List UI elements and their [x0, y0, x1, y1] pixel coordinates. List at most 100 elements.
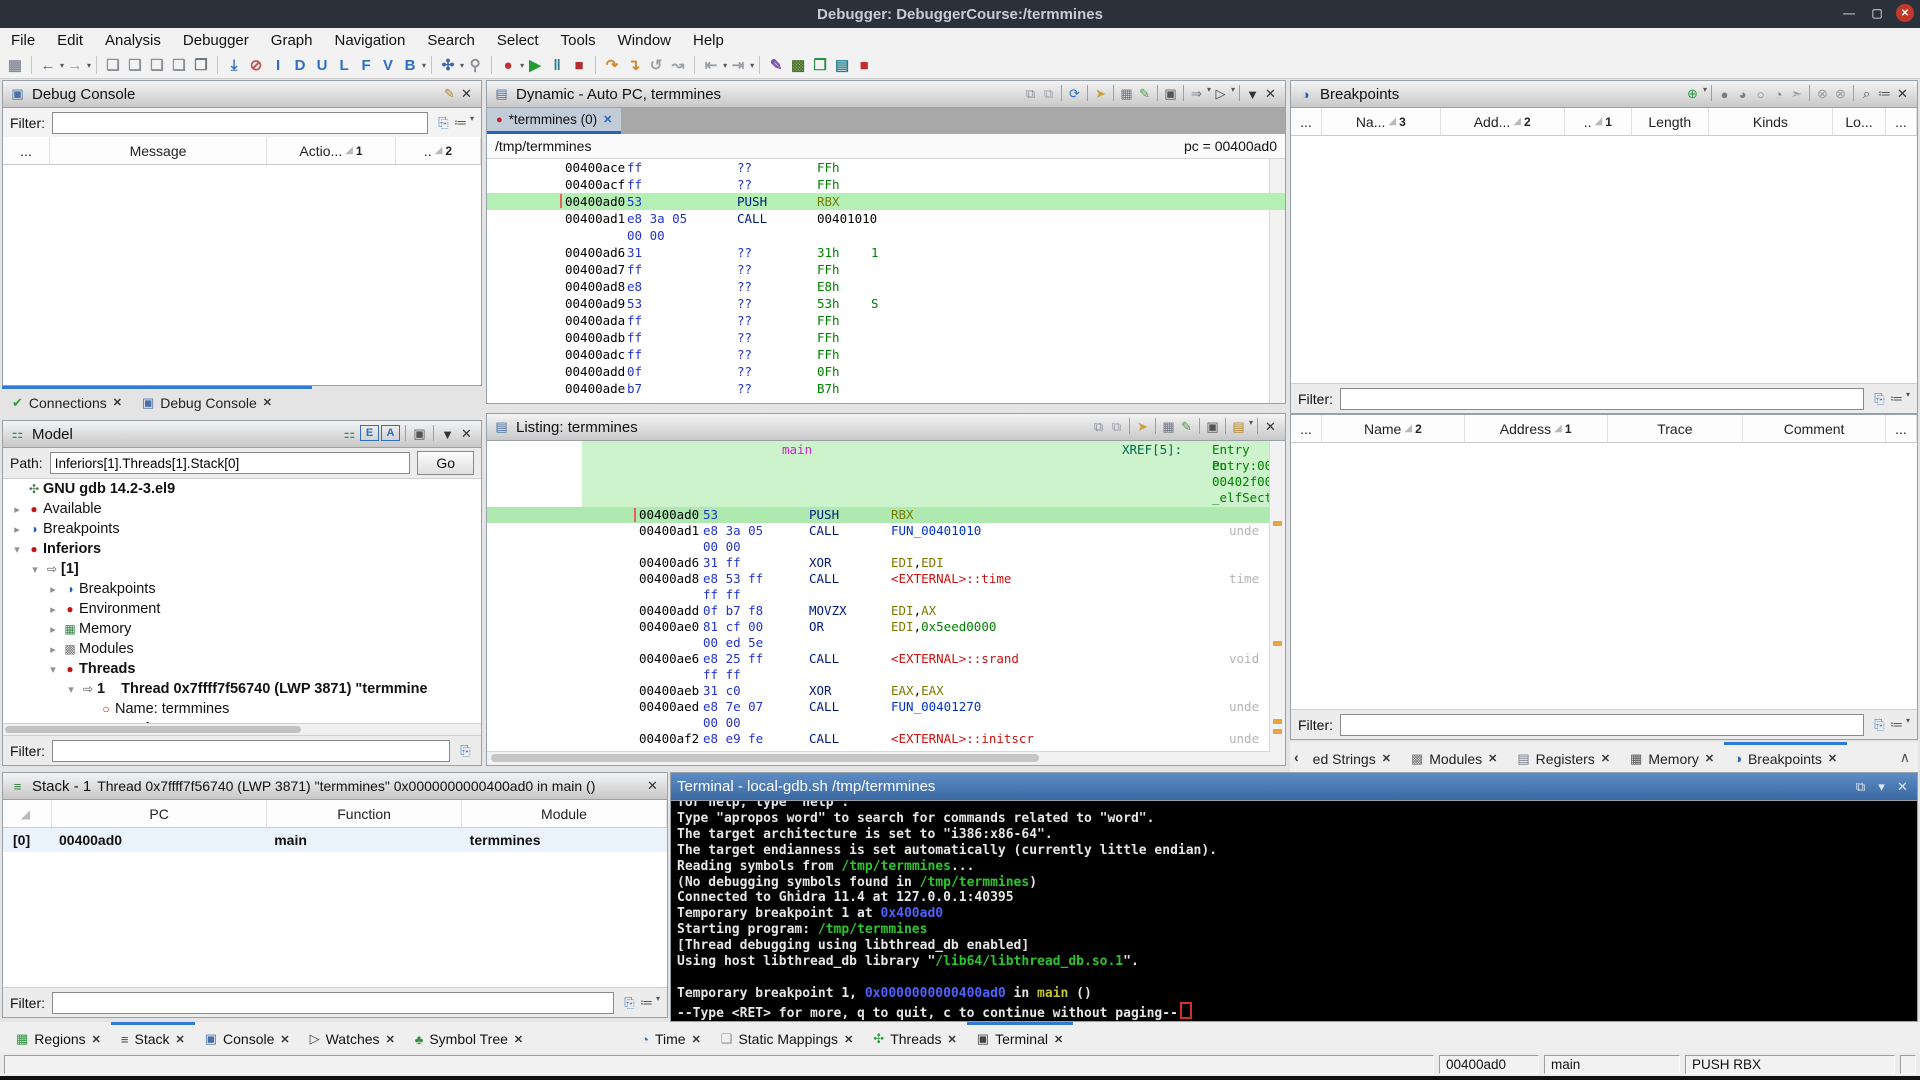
expand-tabs-icon[interactable]: ∧: [1892, 742, 1918, 772]
filter-options-icon[interactable]: ≔: [452, 114, 469, 132]
dropdown-arrow-icon[interactable]: ▾: [470, 114, 474, 132]
disassembly-row-bytes[interactable]: ff ff: [487, 667, 1269, 683]
back-icon[interactable]: ←: [37, 54, 59, 76]
column-header-sort[interactable]: ◢: [3, 800, 52, 827]
disassembly-row[interactable]: 00400adc ff?? FFh: [487, 346, 1285, 363]
enable-breakpoint-icon[interactable]: ●: [1716, 85, 1733, 103]
expander-icon[interactable]: ▸: [45, 643, 61, 656]
listing-hscrollbar[interactable]: [487, 751, 1270, 765]
column-header-comment[interactable]: Comment: [1743, 415, 1886, 442]
tab-breakpoints[interactable]: ◑ Breakpoints ✕: [1724, 742, 1848, 772]
disassembly-row-bytes[interactable]: 00 00: [487, 539, 1269, 555]
column-header-[interactable]: ...: [3, 137, 50, 164]
tree-node[interactable]: ▸ ▩ Modules: [3, 639, 481, 659]
track-cursor-icon[interactable]: ➤: [1134, 418, 1151, 436]
tab-terminal[interactable]: ▣ Terminal ✕: [966, 1022, 1074, 1053]
close-tab-icon[interactable]: ✕: [92, 1033, 101, 1046]
table-icon[interactable]: ▤: [831, 54, 853, 76]
tree-node[interactable]: ▾ ⇨ 1 Thread 0x7ffff7f56740 (LWP 3871) "te…: [3, 679, 481, 699]
nav-last-icon[interactable]: ❏: [168, 54, 190, 76]
track-cursor-icon[interactable]: ➤: [1092, 85, 1109, 103]
clear-filter-icon[interactable]: ⎘: [435, 114, 452, 132]
minimize-icon[interactable]: —: [1840, 4, 1858, 22]
close-tab-icon[interactable]: ✕: [1488, 752, 1497, 765]
step-menu-icon[interactable]: ▷: [1212, 85, 1229, 103]
tree-diagram-icon[interactable]: ⚏: [341, 425, 358, 443]
record-icon[interactable]: ●: [497, 54, 519, 76]
close-tab-icon[interactable]: ✕: [263, 396, 272, 409]
sync-edit-icon[interactable]: ✎: [1178, 418, 1195, 436]
tree-node[interactable]: ▸ ● Available: [3, 499, 481, 519]
close-tab-icon[interactable]: ✕: [603, 113, 612, 126]
disassembly-row[interactable]: 00400aeb 31 c0 XOR EAX, EAX: [487, 683, 1269, 699]
breakpoints-filter-input[interactable]: [1340, 387, 1864, 410]
clear-filter-icon[interactable]: ⎘: [1871, 390, 1888, 408]
close-tab-icon[interactable]: ✕: [514, 1033, 523, 1046]
close-icon[interactable]: ✕: [1894, 778, 1911, 796]
add-breakpoint-icon[interactable]: ⊕: [1684, 85, 1701, 103]
column-header-module[interactable]: Module: [462, 800, 667, 827]
attach-icon[interactable]: ⚲: [464, 54, 486, 76]
tab-modules[interactable]: ▩ Modules ✕: [1401, 742, 1507, 772]
tab-connections[interactable]: ✔ Connections ✕: [2, 386, 132, 416]
expander-icon[interactable]: ▾: [27, 563, 43, 576]
breakpoints-body[interactable]: [1291, 136, 1917, 383]
disassembly-row[interactable]: 00400ae6 e8 25 ff CALL <EXTERNAL>::srand voi…: [487, 651, 1269, 667]
expander-icon[interactable]: ▾: [9, 543, 25, 556]
letter-e-icon[interactable]: E: [360, 425, 379, 441]
skip-forward-icon[interactable]: ⇥: [727, 54, 749, 76]
disassembly-row[interactable]: 00400ad0 53 PUSH RBX: [487, 507, 1269, 523]
column-header-message[interactable]: Message: [50, 137, 267, 164]
column-header-[interactable]: ...: [1291, 108, 1322, 135]
stack-body[interactable]: [3, 852, 667, 987]
debug-console-filter-input[interactable]: [52, 111, 428, 134]
tree-node[interactable]: ▸ ▦ Memory: [3, 619, 481, 639]
model-path-input[interactable]: [49, 452, 411, 474]
column-header-address[interactable]: Address ◢ 1: [1465, 415, 1608, 442]
expander-icon[interactable]: ▸: [45, 583, 61, 596]
clear-console-icon[interactable]: ✎: [441, 85, 458, 103]
tree-node[interactable]: ▸ ● Environment: [3, 599, 481, 619]
close-tab-icon[interactable]: ✕: [948, 1033, 957, 1046]
debug-console-body[interactable]: [3, 165, 481, 385]
stack-filter-input[interactable]: [52, 991, 614, 1014]
close-icon[interactable]: ✕: [458, 425, 475, 443]
tree-node[interactable]: ✣ GNU gdb 14.2-3.el9: [3, 479, 481, 499]
bookmark-marker[interactable]: [1273, 729, 1282, 734]
column-header-lo[interactable]: Lo...: [1833, 108, 1886, 135]
forward-icon[interactable]: →: [64, 54, 86, 76]
book-icon[interactable]: ❒: [809, 54, 831, 76]
menu-analysis[interactable]: Analysis: [94, 28, 172, 52]
letter-b-icon[interactable]: B: [399, 54, 421, 76]
nav-snapshot-icon[interactable]: ❒: [190, 54, 212, 76]
menu-search[interactable]: Search: [416, 28, 486, 52]
locations-filter-input[interactable]: [1340, 713, 1864, 736]
toggle-breakpoint-icon[interactable]: ➣: [1788, 85, 1805, 103]
close-icon[interactable]: ✕: [1262, 418, 1279, 436]
dropdown-arrow-icon[interactable]: ▾: [1906, 390, 1910, 408]
maximize-icon[interactable]: ▢: [1868, 4, 1886, 22]
snapshot-icon[interactable]: ▣: [411, 425, 428, 443]
trace-tab[interactable]: ● *termmines (0) ✕: [487, 108, 622, 134]
disable-breakpoint-icon[interactable]: ○: [1752, 85, 1769, 103]
go-button[interactable]: Go: [417, 451, 474, 475]
clear-filter-icon[interactable]: ⎘: [621, 994, 638, 1012]
disassembly-row[interactable]: 00400ad6 31?? 31h 1: [487, 244, 1285, 261]
expander-icon[interactable]: ▾: [63, 683, 79, 696]
copy-icon[interactable]: ⧉: [1022, 85, 1039, 103]
listing-marker-strip[interactable]: [1269, 441, 1285, 765]
tab-stack[interactable]: ≡ Stack ✕: [110, 1022, 195, 1053]
menu-icon[interactable]: ▼: [1244, 85, 1261, 103]
dropdown-arrow-icon[interactable]: ▾: [1703, 85, 1707, 103]
close-tab-icon[interactable]: ✕: [113, 396, 122, 409]
dropdown-arrow-icon[interactable]: ▾: [1906, 716, 1910, 734]
clear-breakpoint-icon[interactable]: ⊗: [1814, 85, 1831, 103]
tree-node[interactable]: ▾ ● Inferiors: [3, 539, 481, 559]
menu-icon[interactable]: ▼: [439, 425, 456, 443]
filter-config-icon[interactable]: ≔: [1876, 85, 1893, 103]
locations-body[interactable]: [1291, 443, 1917, 709]
column-header-add[interactable]: Add... ◢ 2: [1441, 108, 1565, 135]
clear-all-breakpoints-icon[interactable]: ⊗: [1832, 85, 1849, 103]
kill-icon[interactable]: ■: [568, 54, 590, 76]
column-header-length[interactable]: Length: [1632, 108, 1709, 135]
